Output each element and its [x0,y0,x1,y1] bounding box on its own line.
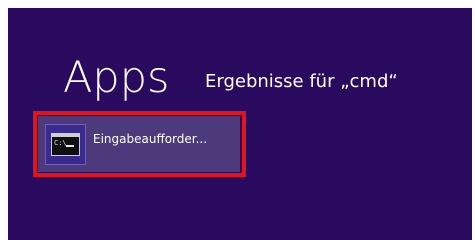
search-results-subtitle: Ergebnisse für „cmd“ [205,71,398,92]
selection-highlight-box [33,111,246,177]
page-title: Apps [63,53,170,103]
